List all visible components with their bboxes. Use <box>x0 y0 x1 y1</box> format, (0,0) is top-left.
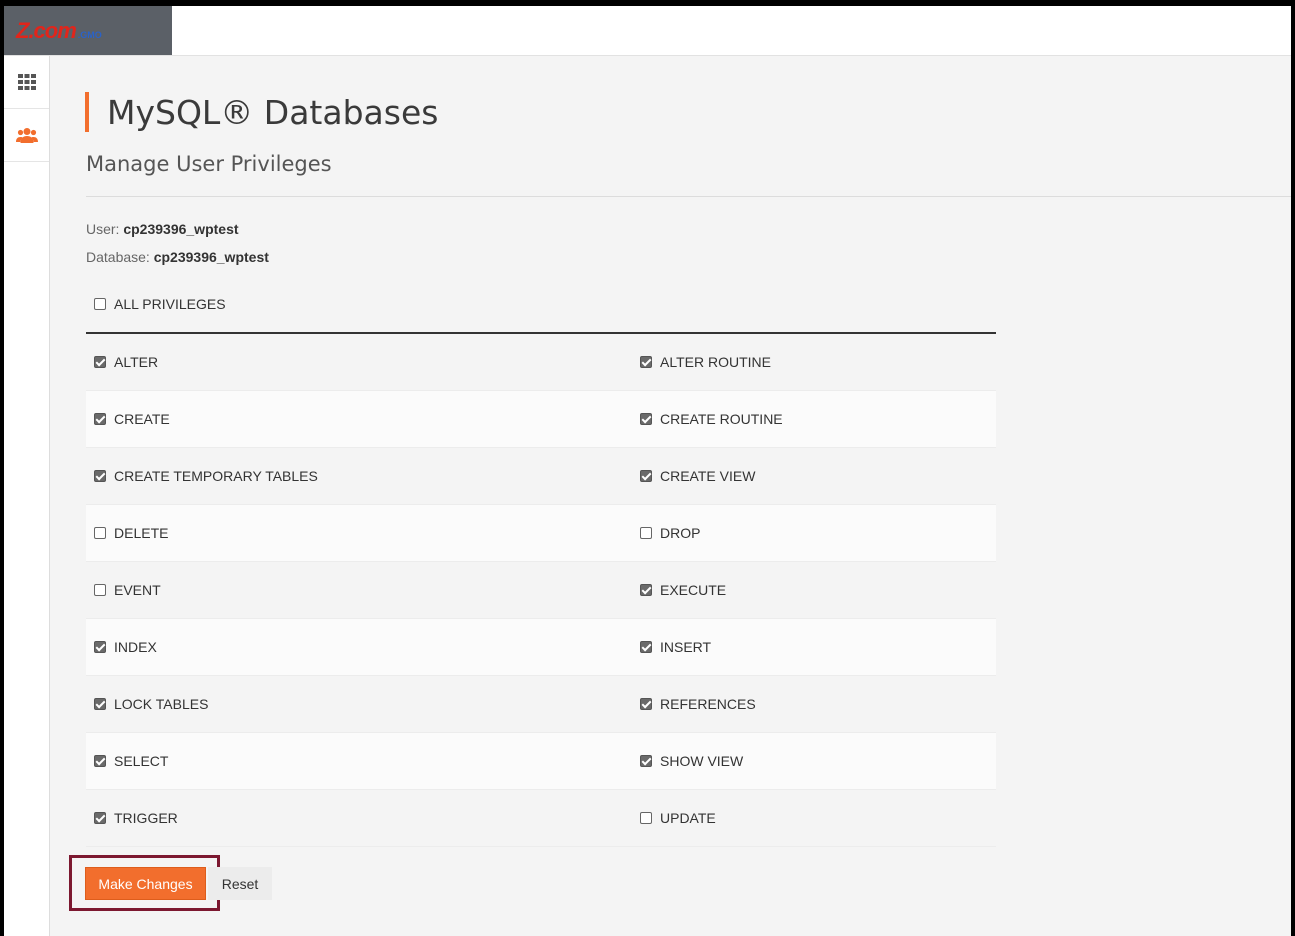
privilege-label: INSERT <box>660 639 712 655</box>
privilege-checkbox[interactable] <box>640 356 652 368</box>
privilege-option[interactable]: REFERENCES <box>541 676 996 732</box>
privilege-checkbox[interactable] <box>640 470 652 482</box>
sidebar <box>4 56 50 936</box>
privilege-row: DELETE DROP <box>86 505 996 562</box>
privilege-option[interactable]: EXECUTE <box>541 562 996 618</box>
privilege-option[interactable]: TRIGGER <box>86 790 541 846</box>
privilege-label: ALTER <box>114 354 159 370</box>
privilege-checkbox[interactable] <box>94 584 106 596</box>
privilege-checkbox[interactable] <box>94 356 106 368</box>
page-title: MySQL® Databases <box>107 92 439 132</box>
privilege-option[interactable]: DROP <box>541 505 996 561</box>
privilege-label: CREATE <box>114 411 170 427</box>
privilege-checkbox[interactable] <box>640 812 652 824</box>
privileges-grid: ALTER ALTER ROUTINE CREATE CREATE ROUTINE CR… <box>86 334 996 847</box>
privilege-label: UPDATE <box>660 810 716 826</box>
privilege-option[interactable]: INSERT <box>541 619 996 675</box>
user-info: User: cp239396_wptest <box>86 221 239 237</box>
database-value: cp239396_wptest <box>153 249 269 265</box>
privilege-option[interactable]: UPDATE <box>541 790 996 846</box>
reset-button[interactable]: Reset <box>208 867 272 900</box>
privilege-option[interactable]: DELETE <box>86 505 541 561</box>
privilege-label: DROP <box>660 525 701 541</box>
privilege-option[interactable]: SELECT <box>86 733 541 789</box>
privilege-label: CREATE ROUTINE <box>660 411 783 427</box>
user-label: User: <box>86 221 120 237</box>
privilege-option[interactable]: LOCK TABLES <box>86 676 541 732</box>
page-subtitle: Manage User Privileges <box>86 152 332 176</box>
privilege-option[interactable]: SHOW VIEW <box>541 733 996 789</box>
privilege-checkbox[interactable] <box>94 527 106 539</box>
privilege-row: SELECT SHOW VIEW <box>86 733 996 790</box>
privilege-checkbox[interactable] <box>94 698 106 710</box>
brand-logo[interactable]: Z.com .GMO <box>4 6 172 55</box>
top-bar: Z.com .GMO <box>4 6 1291 56</box>
privilege-checkbox[interactable] <box>640 698 652 710</box>
privilege-label: SELECT <box>114 753 169 769</box>
make-changes-button[interactable]: Make Changes <box>85 867 206 900</box>
privilege-option[interactable]: ALTER <box>86 334 541 390</box>
privilege-option[interactable]: CREATE ROUTINE <box>541 391 996 447</box>
privilege-label: CREATE TEMPORARY TABLES <box>114 468 318 484</box>
privilege-checkbox[interactable] <box>94 641 106 653</box>
privilege-option[interactable]: EVENT <box>86 562 541 618</box>
logo-subtext: .GMO <box>77 29 102 40</box>
privilege-checkbox[interactable] <box>94 413 106 425</box>
privilege-label: REFERENCES <box>660 696 756 712</box>
privilege-checkbox[interactable] <box>94 470 106 482</box>
all-privileges-label: ALL PRIVILEGES <box>114 296 226 312</box>
privilege-row: CREATE TEMPORARY TABLES CREATE VIEW <box>86 448 996 505</box>
privilege-checkbox[interactable] <box>640 527 652 539</box>
privilege-label: LOCK TABLES <box>114 696 209 712</box>
privilege-option[interactable]: CREATE VIEW <box>541 448 996 504</box>
privilege-row: ALTER ALTER ROUTINE <box>86 334 996 391</box>
grid-icon <box>17 74 36 90</box>
privilege-label: DELETE <box>114 525 169 541</box>
privilege-option[interactable]: INDEX <box>86 619 541 675</box>
privilege-row: TRIGGER UPDATE <box>86 790 996 847</box>
privilege-label: CREATE VIEW <box>660 468 756 484</box>
privilege-label: TRIGGER <box>114 810 178 826</box>
subtitle-divider <box>86 196 1291 197</box>
page-title-block: MySQL® Databases <box>85 92 438 132</box>
browser-frame: Z.com .GMO MySQL® Databases Manage User … <box>4 6 1291 936</box>
privilege-label: ALTER ROUTINE <box>660 354 771 370</box>
privilege-row: EVENT EXECUTE <box>86 562 996 619</box>
privilege-label: EXECUTE <box>660 582 727 598</box>
main-content: MySQL® Databases Manage User Privileges … <box>50 56 1291 936</box>
privilege-checkbox[interactable] <box>94 812 106 824</box>
privilege-row: CREATE CREATE ROUTINE <box>86 391 996 448</box>
privilege-label: EVENT <box>114 582 161 598</box>
all-privileges-option[interactable]: ALL PRIVILEGES <box>94 296 226 312</box>
privilege-checkbox[interactable] <box>640 584 652 596</box>
privilege-checkbox[interactable] <box>94 755 106 767</box>
privilege-label: SHOW VIEW <box>660 753 744 769</box>
all-privileges-checkbox[interactable] <box>94 298 106 310</box>
privilege-option[interactable]: CREATE TEMPORARY TABLES <box>86 448 541 504</box>
database-info: Database: cp239396_wptest <box>86 249 269 265</box>
privilege-label: INDEX <box>114 639 157 655</box>
user-value: cp239396_wptest <box>123 221 239 237</box>
privilege-checkbox[interactable] <box>640 755 652 767</box>
logo-text: Z.com <box>16 17 77 43</box>
sidebar-item-users[interactable] <box>4 109 49 162</box>
users-icon <box>15 128 38 143</box>
sidebar-item-apps[interactable] <box>4 56 49 109</box>
privilege-row: LOCK TABLES REFERENCES <box>86 676 996 733</box>
privilege-checkbox[interactable] <box>640 641 652 653</box>
privilege-option[interactable]: ALTER ROUTINE <box>541 334 996 390</box>
privilege-row: INDEX INSERT <box>86 619 996 676</box>
database-label: Database: <box>86 249 150 265</box>
privilege-checkbox[interactable] <box>640 413 652 425</box>
privilege-option[interactable]: CREATE <box>86 391 541 447</box>
